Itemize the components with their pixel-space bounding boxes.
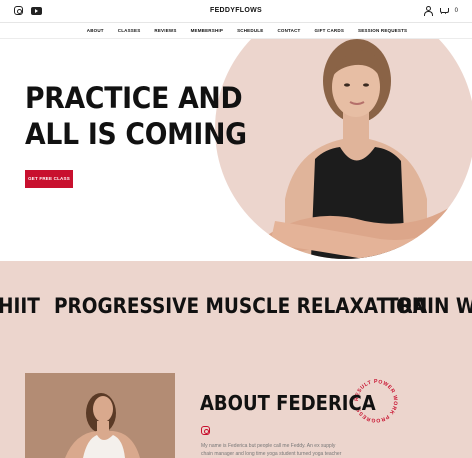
about-title: ABOUT FEDERICA <box>200 391 376 415</box>
hero-portrait-image <box>255 39 463 259</box>
cart-count: 0 <box>454 7 458 14</box>
marquee-item: HIIT <box>0 294 40 318</box>
cart-icon[interactable] <box>439 7 449 15</box>
about-text-line-2: chain manager and long time yoga student… <box>201 451 342 457</box>
header-actions: 0 <box>424 6 458 16</box>
about-text-line-1: My name is Federica but people call me F… <box>201 443 336 449</box>
about-photo <box>25 373 175 458</box>
marquee-item: TRAIN WIT <box>386 294 472 318</box>
account-icon[interactable] <box>424 6 434 16</box>
hero-portrait-circle <box>215 39 472 259</box>
nav-item-membership[interactable]: MEMBERSHIP <box>191 28 224 33</box>
brand-logo[interactable]: FEDDYFLOWS <box>0 7 472 14</box>
about-instagram-link[interactable] <box>201 422 210 440</box>
nav-item-contact[interactable]: CONTACT <box>277 28 300 33</box>
main-nav: ABOUT CLASSES REVIEWS MEMBERSHIP SCHEDUL… <box>0 23 472 39</box>
class-marquee: HIIT PROGRESSIVE MUSCLE RELAXATION TRAIN… <box>0 292 472 320</box>
hero-title-line-1: PRACTICE AND <box>25 81 243 115</box>
nav-item-about[interactable]: ABOUT <box>87 28 104 33</box>
nav-item-session-requests[interactable]: SESSION REQUESTS <box>358 28 407 33</box>
pink-section: HIIT PROGRESSIVE MUSCLE RELAXATION TRAIN… <box>0 261 472 458</box>
instagram-icon[interactable] <box>201 426 210 435</box>
nav-item-gift-cards[interactable]: GIFT CARDS <box>315 28 345 33</box>
marquee-item: PROGRESSIVE MUSCLE RELAXATION <box>54 294 428 318</box>
about-photo-image <box>25 373 175 458</box>
get-free-class-button[interactable]: GET FREE CLASS <box>25 170 73 188</box>
nav-item-classes[interactable]: CLASSES <box>118 28 141 33</box>
hero-title: PRACTICE AND ALL IS COMING <box>25 80 247 152</box>
nav-item-schedule[interactable]: SCHEDULE <box>237 28 263 33</box>
nav-item-reviews[interactable]: REVIEWS <box>154 28 176 33</box>
hero-title-line-2: ALL IS COMING <box>25 117 247 151</box>
top-bar: FEDDYFLOWS 0 <box>0 0 472 22</box>
about-text: My name is Federica but people call me F… <box>201 442 361 458</box>
hero-section: PRACTICE AND ALL IS COMING GET FREE CLAS… <box>0 39 472 261</box>
